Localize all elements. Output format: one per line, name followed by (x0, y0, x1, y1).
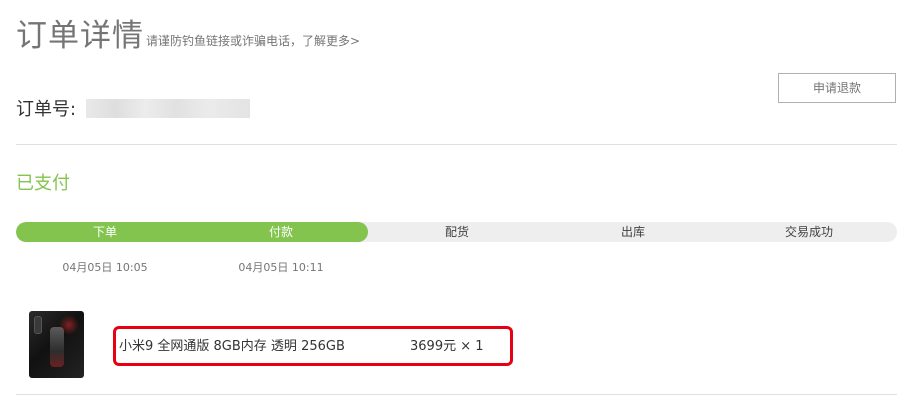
page-title: 订单详情 (16, 18, 144, 54)
progress-step-completed: 交易成功 (784, 225, 834, 239)
progress-step-shipped: 出库 (620, 225, 646, 239)
apply-refund-button[interactable]: 申请退款 (778, 73, 896, 103)
phone-glare-detail (59, 315, 79, 335)
progress-step-payment: 付款 (268, 225, 294, 239)
order-progress-bar: 下单 付款 配货 出库 交易成功 (16, 222, 897, 242)
progress-time-place-order: 04月05日 10:05 (62, 261, 148, 274)
order-number-label: 订单号: (16, 99, 77, 120)
progress-step-picking: 配货 (444, 225, 470, 239)
anti-fraud-tip-link[interactable]: 请谨防钓鱼链接或诈骗电话，了解更多> (146, 33, 360, 49)
progress-time-payment: 04月05日 10:11 (238, 261, 324, 274)
phone-internal-detail (50, 327, 64, 367)
phone-product-image[interactable] (29, 311, 84, 378)
product-name[interactable]: 小米9 全网通版 8GB内存 透明 256GB (119, 339, 345, 355)
items-divider (16, 394, 897, 395)
progress-step-place-order: 下单 (92, 225, 118, 239)
order-number-redacted (86, 99, 250, 118)
camera-detail (34, 316, 42, 334)
product-price-quantity: 3699元 × 1 (410, 339, 484, 354)
order-progress-fill (16, 222, 368, 242)
header-divider (16, 144, 897, 145)
order-status: 已支付 (16, 173, 70, 194)
